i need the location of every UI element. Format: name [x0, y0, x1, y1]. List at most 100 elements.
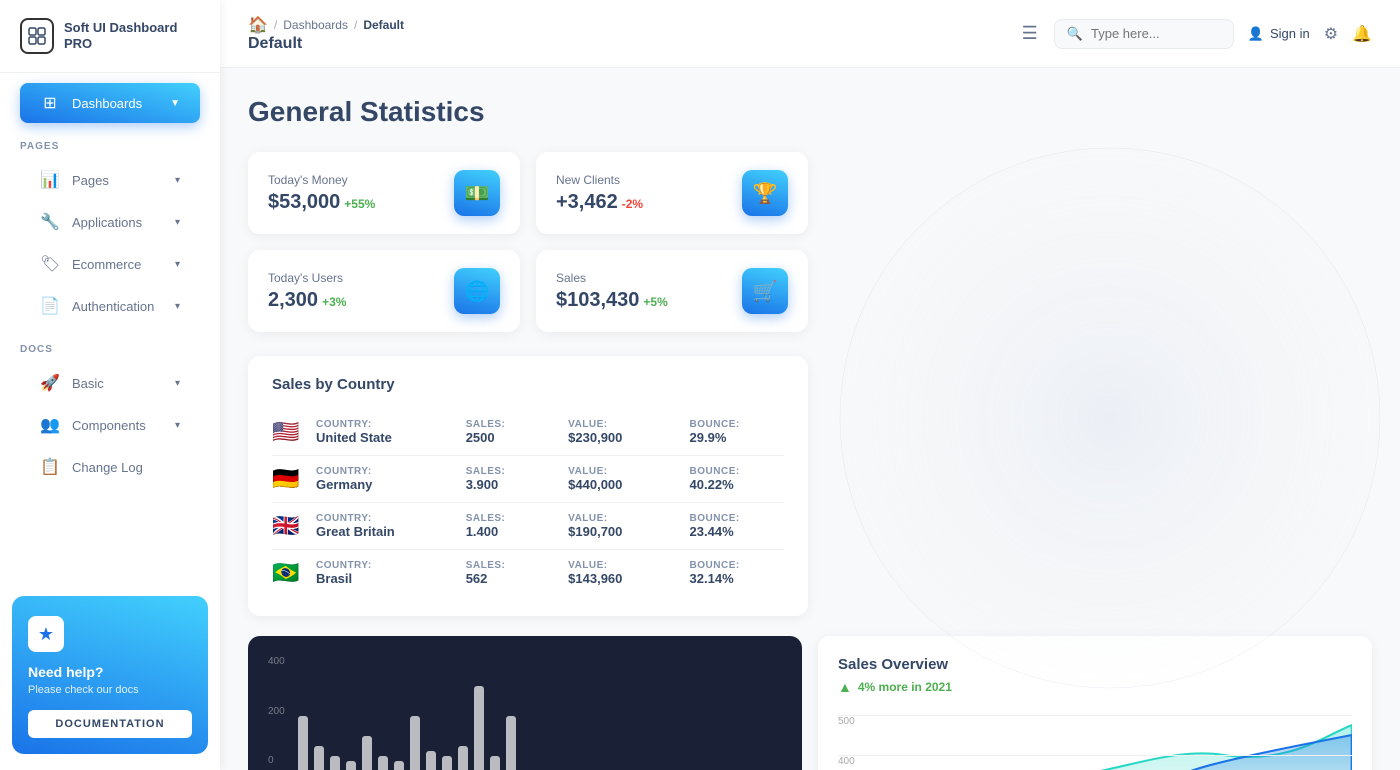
- logo-icon: [20, 18, 54, 54]
- trophy-icon: 🏆: [753, 181, 778, 206]
- col-header: Sales:: [466, 419, 560, 430]
- flag-icon: 🇬🇧: [272, 513, 308, 539]
- stat-card-clients: New Clients +3,462 -2% 🏆: [536, 152, 808, 234]
- components-icon: 👥: [40, 415, 60, 435]
- help-subtitle: Please check our docs: [28, 684, 192, 696]
- home-icon[interactable]: 🏠: [248, 15, 268, 35]
- sidebar-item-changelog[interactable]: 📋 Change Log: [20, 447, 200, 487]
- chevron-down-icon: ▾: [175, 378, 180, 389]
- app-name: Soft UI Dashboard PRO: [64, 20, 200, 51]
- sales-cell: Sales: 2500: [466, 419, 560, 445]
- ecommerce-icon: 🏷: [40, 254, 60, 274]
- stats-grid: Today's Money $53,000 +55% 💵 New Clients…: [248, 152, 808, 332]
- search-input[interactable]: [1091, 26, 1221, 41]
- hamburger-menu-icon[interactable]: ☰: [1022, 23, 1038, 44]
- col-header: Sales:: [466, 466, 560, 477]
- bounce-rate: 29.9%: [690, 430, 784, 445]
- dollar-icon: 💵: [465, 181, 490, 206]
- bar-item: [474, 686, 484, 770]
- user-icon: 👤: [1248, 26, 1264, 42]
- stat-card-users: Today's Users 2,300 +3% 🌐: [248, 250, 520, 332]
- bar-item: [314, 746, 324, 770]
- dashboards-icon: ⊞: [40, 93, 60, 113]
- sidebar-item-authentication[interactable]: 📄 Authentication ▾: [20, 286, 200, 326]
- stat-value: 2,300: [268, 289, 318, 312]
- breadcrumb-dashboards[interactable]: Dashboards: [283, 18, 348, 32]
- chevron-down-icon: ▾: [175, 259, 180, 270]
- notifications-icon[interactable]: 🔔: [1352, 24, 1372, 44]
- pages-section-label: PAGES: [0, 125, 220, 158]
- flag-icon: 🇺🇸: [272, 419, 308, 445]
- trend-up-icon: ▲: [838, 679, 852, 695]
- help-title: Need help?: [28, 664, 192, 680]
- globe-decoration: /* dots rendered via JS below */: [820, 128, 1400, 708]
- breadcrumb: 🏠 / Dashboards / Default Default: [248, 15, 1006, 53]
- help-icon: ★: [28, 616, 64, 652]
- col-header: Bounce:: [690, 560, 784, 571]
- topbar-right: 🔍 👤 Sign in ⚙ 🔔: [1054, 19, 1372, 49]
- sidebar-item-components[interactable]: 👥 Components ▾: [20, 405, 200, 445]
- settings-icon[interactable]: ⚙: [1324, 24, 1338, 44]
- stat-label: Today's Users: [268, 271, 346, 285]
- sales-cell: Sales: 1.400: [466, 513, 560, 539]
- country-cell: Country: United State: [316, 419, 458, 445]
- bar-item: [442, 756, 452, 770]
- search-box[interactable]: 🔍: [1054, 19, 1234, 49]
- stat-value: +3,462: [556, 191, 618, 214]
- col-header: Sales:: [466, 560, 560, 571]
- globe-icon: 🌐: [465, 279, 490, 304]
- stat-info: Today's Money $53,000 +55%: [268, 173, 375, 214]
- bounce-cell: Bounce: 29.9%: [690, 419, 784, 445]
- breadcrumb-stack: 🏠 / Dashboards / Default Default: [248, 15, 404, 53]
- grid-label: 400: [838, 756, 855, 767]
- sales-cell: Sales: 3.900: [466, 466, 560, 492]
- main-area: 🏠 / Dashboards / Default Default ☰ 🔍 👤 S…: [220, 0, 1400, 770]
- col-header: Bounce:: [690, 466, 784, 477]
- sidebar-item-label: Pages: [72, 173, 163, 188]
- bounce-rate: 40.22%: [690, 477, 784, 492]
- stat-icon-users: 🌐: [454, 268, 500, 314]
- bounce-cell: Bounce: 23.44%: [690, 513, 784, 539]
- table-row: 🇩🇪 Country: Germany Sales: 3.900 Value: …: [272, 456, 784, 503]
- sidebar-item-pages[interactable]: 📊 Pages ▾: [20, 160, 200, 200]
- signin-button[interactable]: 👤 Sign in: [1248, 26, 1310, 42]
- sidebar-item-applications[interactable]: 🔧 Applications ▾: [20, 202, 200, 242]
- breadcrumb-default: Default: [363, 18, 404, 32]
- sidebar-item-basic[interactable]: 🚀 Basic ▾: [20, 363, 200, 403]
- bar-item: [362, 736, 372, 770]
- sales-value: 562: [466, 571, 560, 586]
- overview-subtitle: 4% more in 2021: [858, 680, 952, 694]
- line-chart-area: 500 400: [838, 705, 1352, 770]
- breadcrumb-separator: /: [274, 18, 277, 32]
- sidebar-item-ecommerce[interactable]: 🏷 Ecommerce ▾: [20, 244, 200, 284]
- bar-chart-card: 400 200 0: [248, 636, 802, 770]
- col-header: Country:: [316, 560, 458, 571]
- stat-label: Today's Money: [268, 173, 375, 187]
- bar-chart-bars: [298, 656, 782, 770]
- auth-icon: 📄: [40, 296, 60, 316]
- search-icon: 🔍: [1067, 26, 1083, 42]
- table-row: 🇬🇧 Country: Great Britain Sales: 1.400 V…: [272, 503, 784, 550]
- value-cell: Value: $230,900: [568, 419, 681, 445]
- bounce-cell: Bounce: 40.22%: [690, 466, 784, 492]
- col-header: Country:: [316, 419, 458, 430]
- y-label: 0: [268, 755, 285, 766]
- stat-info: Today's Users 2,300 +3%: [268, 271, 346, 312]
- stat-card-sales: Sales $103,430 +5% 🛒: [536, 250, 808, 332]
- sales-value: 2500: [466, 430, 560, 445]
- stat-info: New Clients +3,462 -2%: [556, 173, 643, 214]
- chevron-down-icon: ▾: [175, 301, 180, 312]
- sales-overview-card: Sales Overview ▲ 4% more in 2021 500 400: [818, 636, 1372, 770]
- sidebar-item-dashboards[interactable]: ⊞ Dashboards ▼: [20, 83, 200, 123]
- documentation-button[interactable]: DOCUMENTATION: [28, 710, 192, 738]
- value-amount: $190,700: [568, 524, 681, 539]
- bar-item: [458, 746, 468, 770]
- col-header: Bounce:: [690, 419, 784, 430]
- country-name: United State: [316, 430, 458, 445]
- country-name: Brasil: [316, 571, 458, 586]
- sidebar-item-label: Dashboards: [72, 96, 158, 111]
- content-area: /* dots rendered via JS below */ General…: [220, 68, 1400, 770]
- stat-label: Sales: [556, 271, 668, 285]
- signin-label: Sign in: [1270, 26, 1310, 41]
- stat-value: $53,000: [268, 191, 340, 214]
